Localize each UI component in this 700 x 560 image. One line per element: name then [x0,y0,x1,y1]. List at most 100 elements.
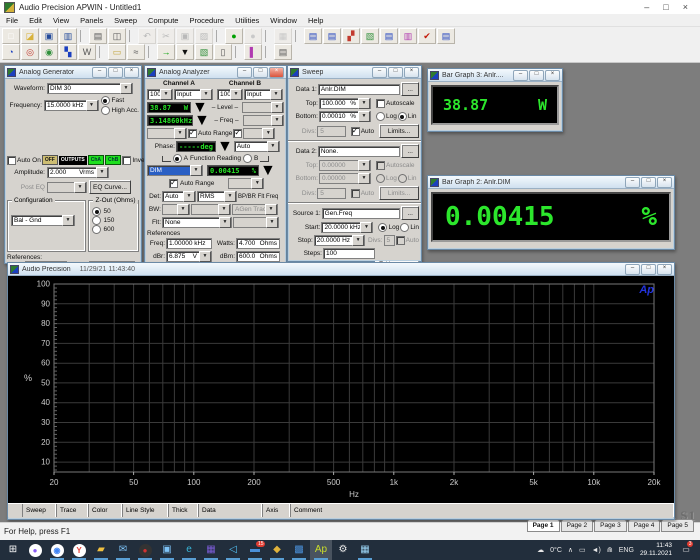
chrome-icon[interactable]: ◉ [46,540,68,560]
fast-radio[interactable] [101,96,110,105]
apwin-taskbar-icon[interactable]: Ap [310,540,332,560]
paste-icon[interactable]: ▨ [195,28,213,44]
minimize-button[interactable]: – [625,177,640,188]
frequency-select[interactable]: 15.0000 kHz▼ [44,100,99,111]
sweep-table-icon[interactable]: W [78,44,96,60]
z-out-150-radio[interactable] [92,216,101,225]
z-out-50-radio[interactable] [92,207,101,216]
save-icon[interactable]: ▣ [40,28,58,44]
panel-graph-icon[interactable]: ▧ [361,28,379,44]
maximize-button[interactable]: □ [641,177,656,188]
maximize-button[interactable]: □ [388,67,403,78]
minimize-button[interactable]: – [372,67,387,78]
mail-app-icon[interactable]: ✉ [112,540,134,560]
bar-graph-2-title-bar[interactable]: Bar Graph 2: Anlr.DIM – □ × [428,176,674,189]
maximize-button[interactable]: □ [663,2,668,12]
start-select[interactable]: 20.0000 kHz▼ [321,222,373,233]
open-folder-icon[interactable]: ◪ [21,28,39,44]
auto1-checkbox[interactable] [351,127,360,136]
top1-select[interactable]: 100.000%▼ [319,98,371,109]
photos-app-icon[interactable]: ▩ [288,540,310,560]
menu-item[interactable]: Help [308,16,323,25]
page-tab[interactable]: Page 3 [594,519,627,532]
tab-data[interactable]: Data [198,504,262,517]
function-channel-a-radio[interactable] [173,154,182,163]
bottom1-select[interactable]: 0.00010%▼ [319,111,371,122]
data1-browse-button[interactable]: ... [401,82,419,96]
maximize-button[interactable]: □ [529,70,544,81]
data1-field[interactable]: Anlr.DIM [318,84,401,95]
undo-icon[interactable]: ↶ [138,28,156,44]
maximize-button[interactable]: □ [641,264,656,275]
analyzer-title-bar[interactable]: Analog Analyzer – □ × [145,66,286,79]
bar-display-icon[interactable]: ▌ [244,44,262,60]
high-acc-radio[interactable] [101,106,110,115]
blank-panel-icon[interactable]: ▯ [214,44,232,60]
channel-b-output-button[interactable]: ChB [105,155,121,165]
data2-field[interactable]: None. [318,146,401,157]
panel-analyzer-icon[interactable]: ▤ [323,28,341,44]
source1-browse-button[interactable]: ... [401,206,419,220]
freq-reference-field[interactable]: 1.00000 kHz [166,238,212,249]
autoscale1-checkbox[interactable] [376,99,385,108]
panel-generator-icon[interactable]: ▤ [304,28,322,44]
page-tab[interactable]: Page 2 [561,519,594,532]
minimize-button[interactable]: – [644,2,649,12]
watts-reference-field[interactable]: 4.700Ohms [236,238,280,249]
minimize-button[interactable]: – [92,67,107,78]
page-tab[interactable]: Page 4 [628,519,661,532]
gen-output-icon[interactable]: → [157,44,175,60]
close-button[interactable]: × [657,177,672,188]
menu-item[interactable]: Procedure [189,16,224,25]
dbm-reference-field[interactable]: 600.0Ohms [236,251,280,262]
eq-curve-button[interactable]: EQ Curve... [89,180,131,194]
chat-app-icon[interactable]: ▬ 15 [244,540,266,560]
close-button[interactable]: × [404,67,419,78]
amplitude-select[interactable]: 2.000Vrms▼ [47,167,109,178]
lin-source-radio[interactable] [400,223,409,232]
check-icon[interactable]: ✔ [418,28,436,44]
volume-icon[interactable]: ◄) [592,547,601,554]
probe-icon[interactable]: ≈ [127,44,145,60]
gold-app-icon[interactable]: ◆ [266,540,288,560]
edge-icon[interactable]: e [178,540,200,560]
display-app-icon[interactable]: ▣ [156,540,178,560]
down-arrow-icon[interactable]: ▼ [176,44,194,60]
panel-settings-icon[interactable]: ▤ [437,28,455,44]
print-preview-icon[interactable]: ◫ [108,28,126,44]
tab-trace[interactable]: Trace [56,504,88,517]
log-source-radio[interactable] [378,223,387,232]
tray-expand-icon[interactable]: ∧ [568,546,573,554]
menu-item[interactable]: Edit [29,16,42,25]
close-button[interactable]: × [269,67,284,78]
generator-title-bar[interactable]: Analog Generator – □ × [5,66,141,79]
copy-icon[interactable]: ▣ [176,28,194,44]
source1-field[interactable]: Gen.Freq [322,208,401,219]
maximize-button[interactable]: □ [108,67,123,78]
hardware-io-icon[interactable]: ▭ [108,44,126,60]
dbr-reference-select[interactable]: 6.875V▼ [166,251,212,262]
generator-panel-icon[interactable]: ◎ [21,44,39,60]
input-b-select[interactable]: Input▼ [244,89,283,100]
graph-title-bar[interactable]: Audio Precision 11/29/21 11:43:40 – □ × [8,263,674,276]
monitor-on-icon[interactable]: ● [225,28,243,44]
alice-app-icon[interactable]: ● [24,540,46,560]
temperature[interactable]: 0°C [550,547,562,554]
tab-sweep[interactable]: Sweep [22,504,56,517]
tab-comment[interactable]: Comment [290,504,674,517]
bar-graph-3-title-bar[interactable]: Bar Graph 3: Anlr.... – □ × [428,69,562,82]
flutter-app-icon[interactable]: ◁ [222,540,244,560]
page-tab[interactable]: Page 5 [661,519,694,532]
chevron-down-icon[interactable]: ▼ [260,165,276,176]
minimize-button[interactable]: – [625,264,640,275]
floppy-app-icon[interactable]: ▦ [200,540,222,560]
tab-axis[interactable]: Axis [262,504,290,517]
function-select[interactable]: DIM▼ [147,165,203,176]
new-icon[interactable]: □ [2,28,20,44]
taskbar-clock[interactable]: 11:43 29.11.2021 [640,542,672,559]
sweep-panel-icon[interactable]: ▚ [59,44,77,60]
minimize-button[interactable]: – [237,67,252,78]
menu-item[interactable]: File [6,16,18,25]
image-viewer-icon[interactable]: ▦ [354,540,376,560]
sweep-title-bar[interactable]: Sweep – □ × [288,66,421,79]
